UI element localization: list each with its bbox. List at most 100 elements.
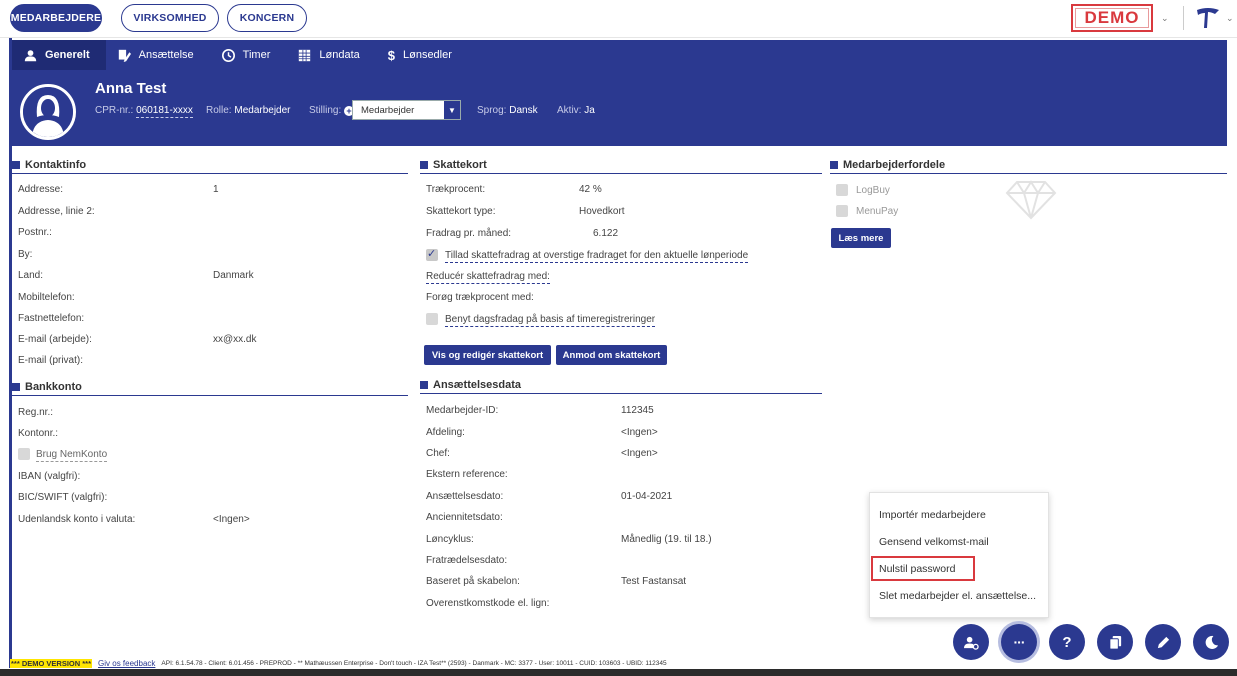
field-label: E-mail (arbejde): <box>18 334 92 345</box>
field-label: Skattekort type: <box>426 206 496 217</box>
field-label: Fratrædelsesdato: <box>426 555 508 566</box>
demo-version-label: *** DEMO VERSION *** <box>10 658 93 668</box>
section-bankkonto: Bankkonto <box>12 378 408 396</box>
pencil-icon <box>1157 636 1169 648</box>
stilling-label: Stilling: <box>309 105 342 116</box>
more-button[interactable]: ··· <box>1001 624 1037 660</box>
field-label: Chef: <box>426 448 450 459</box>
aktiv-info: Aktiv: Ja <box>557 105 595 116</box>
field-label: IBAN (valgfri): <box>18 471 81 482</box>
benyt-checkbox[interactable] <box>426 313 438 325</box>
field-label: Land: <box>18 270 44 281</box>
field-value: Test Fastansat <box>621 576 687 587</box>
copy-icon <box>1108 635 1121 650</box>
section-skattekort: Skattekort <box>420 156 822 174</box>
clock-icon <box>221 48 235 62</box>
feedback-link[interactable]: Giv os feedback <box>98 659 155 668</box>
field-value: 112345 <box>621 405 654 416</box>
menu-item-importer[interactable]: Importér medarbejdere <box>879 509 986 521</box>
avatar <box>20 84 76 140</box>
nemkonto-checkbox[interactable] <box>18 448 30 460</box>
field-value: 1 <box>213 184 219 195</box>
logbuy-checkbox[interactable] <box>836 184 848 196</box>
field-label: Forøg trækprocent med: <box>426 292 534 303</box>
field-label: Ansættelsesdato: <box>426 491 504 502</box>
tab-label: Timer <box>242 49 271 61</box>
cpr-value[interactable]: 060181-xxxx <box>136 105 193 118</box>
top-tab-medarbejdere[interactable]: MEDARBEJDERE <box>10 4 102 32</box>
cpr-info: CPR-nr.: 060181-xxxx <box>95 105 193 118</box>
user-icon <box>24 49 37 61</box>
field-label: Udenlandsk konto i valuta: <box>18 514 136 525</box>
moon-icon <box>1205 635 1218 649</box>
benyt-label[interactable]: Benyt dagsfradag på basis af timeregistr… <box>445 314 656 327</box>
section-kontaktinfo: Kontaktinfo <box>12 156 408 174</box>
section-marker-icon <box>830 160 838 169</box>
laes-mere-button[interactable]: Læs mere <box>831 228 891 248</box>
anmod-skattekort-button[interactable]: Anmod om skattekort <box>556 345 667 365</box>
section-ansaettelsesdata: Ansættelsesdata <box>420 376 822 394</box>
section-medarbejderfordele: Medarbejderfordele <box>830 156 1227 174</box>
sprog-info: Sprog: Dansk <box>477 105 538 116</box>
rolle-info: Rolle: Medarbejder <box>206 105 291 116</box>
demo-badge[interactable]: DEMO <box>1071 4 1153 32</box>
avatar-silhouette-icon <box>23 87 73 137</box>
theme-button[interactable] <box>1193 624 1229 660</box>
field-value: 6.122 <box>593 228 619 239</box>
field-label: Ekstern reference: <box>426 469 508 480</box>
tab-label: Løndata <box>319 49 360 61</box>
field-value: <Ingen> <box>621 427 658 438</box>
top-bar: MEDARBEJDERE VIRKSOMHED KONCERN DEMO ⌄ ⌄ <box>0 0 1237 38</box>
field-label: Addresse, linie 2: <box>18 206 95 217</box>
rolle-label: Rolle: <box>206 105 232 116</box>
field-label: Baseret på skabelon: <box>426 576 520 587</box>
tab-ansaettelse[interactable]: Ansættelse <box>106 40 210 70</box>
section-title: Kontaktinfo <box>25 158 87 171</box>
highlight-box <box>871 556 975 581</box>
vis-rediger-skattekort-button[interactable]: Vis og redigér skattekort <box>424 345 551 365</box>
field-value: <Ingen> <box>621 448 658 459</box>
nemkonto-label[interactable]: Brug NemKonto <box>36 449 108 462</box>
tillad-checkbox[interactable] <box>426 247 438 261</box>
help-button[interactable]: ? <box>1049 624 1085 660</box>
diamond-icon <box>1005 180 1057 220</box>
more-icon: ··· <box>1013 634 1026 650</box>
edit-button[interactable] <box>1145 624 1181 660</box>
field-label: Kontonr.: <box>18 428 59 439</box>
cpr-label: CPR-nr.: <box>95 105 134 116</box>
section-title: Medarbejderfordele <box>843 158 946 171</box>
caret-down-icon[interactable]: ▼ <box>444 101 460 119</box>
tab-timer[interactable]: Timer <box>210 40 287 70</box>
copy-button[interactable] <box>1097 624 1133 660</box>
field-label: Overenstkomstkode el. lign: <box>426 598 550 609</box>
field-value: xx@xx.dk <box>213 334 257 345</box>
top-tab-virksomhed[interactable]: VIRKSOMHED <box>121 4 219 32</box>
company-logo-icon[interactable] <box>1195 6 1221 30</box>
section-title: Ansættelsesdata <box>433 378 522 391</box>
field-label: By: <box>18 249 33 260</box>
top-tab-koncern[interactable]: KONCERN <box>227 4 307 32</box>
menu-item-slet[interactable]: Slet medarbejder el. ansættelse... <box>879 590 1036 602</box>
field-label: Anciennitetsdato: <box>426 512 503 523</box>
field-label: Fradrag pr. måned: <box>426 228 512 239</box>
tab-loendata[interactable]: Løndata <box>286 40 375 70</box>
field-value: 01-04-2021 <box>621 491 673 502</box>
user-settings-button[interactable] <box>953 624 989 660</box>
menupay-checkbox[interactable] <box>836 205 848 217</box>
chevron-down-icon[interactable]: ⌄ <box>1226 13 1234 24</box>
field-label: Afdeling: <box>426 427 465 438</box>
sprog-value: Dansk <box>509 105 538 116</box>
footer: *** DEMO VERSION *** Giv os feedback API… <box>10 657 1010 669</box>
field-value: Danmark <box>213 270 254 281</box>
menu-item-gensend[interactable]: Gensend velkomst-mail <box>879 536 989 548</box>
field-label: Medarbejder-ID: <box>426 405 499 416</box>
tab-generelt[interactable]: Generelt <box>12 40 106 70</box>
bottom-strip <box>0 669 1237 676</box>
tab-loensedler[interactable]: $ Lønsedler <box>376 40 468 70</box>
stilling-select[interactable]: Medarbejder ▼ <box>352 100 461 120</box>
chevron-down-icon[interactable]: ⌄ <box>1161 13 1169 24</box>
reducer-link[interactable]: Reducér skattefradrag med: <box>426 271 550 284</box>
section-marker-icon <box>420 160 428 169</box>
tillad-label[interactable]: Tillad skattefradrag at overstige fradra… <box>445 250 749 263</box>
sprog-label: Sprog: <box>477 105 507 116</box>
